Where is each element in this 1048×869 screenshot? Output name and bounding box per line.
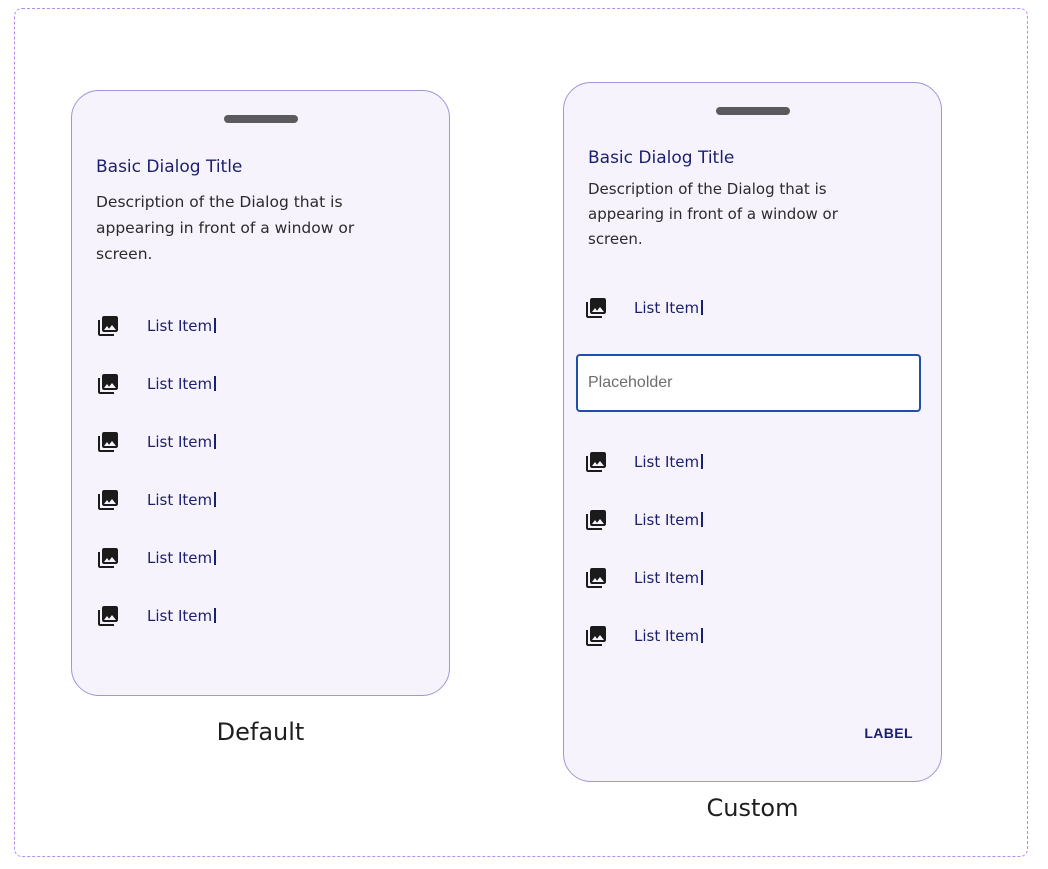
custom-caption: Custom xyxy=(706,794,799,822)
list-item-label: List Item xyxy=(147,317,216,335)
list-item[interactable]: List Item xyxy=(584,505,864,535)
list-item-label: List Item xyxy=(147,491,216,509)
photo-library-icon xyxy=(96,488,120,512)
default-dialog: Basic Dialog Title Description of the Di… xyxy=(71,90,450,696)
default-caption: Default xyxy=(216,718,305,746)
photo-library-icon xyxy=(96,314,120,338)
photo-library-icon xyxy=(96,546,120,570)
list-item-label: List Item xyxy=(634,511,703,529)
dialog-description: Description of the Dialog that is appear… xyxy=(588,180,838,248)
photo-library-icon xyxy=(96,372,120,396)
list-item[interactable]: List Item xyxy=(584,621,864,651)
photo-library-icon xyxy=(584,450,608,474)
list-item-label: List Item xyxy=(147,433,216,451)
list-item[interactable]: List Item xyxy=(96,369,376,399)
list-item-label: List Item xyxy=(634,627,703,645)
list-item[interactable]: List Item xyxy=(584,293,864,323)
photo-library-icon xyxy=(96,430,120,454)
list-item-label: List Item xyxy=(147,375,216,393)
photo-library-icon xyxy=(584,624,608,648)
list-item-label: List Item xyxy=(634,453,703,471)
list-item-label: List Item xyxy=(634,569,703,587)
list-item[interactable]: List Item xyxy=(96,485,376,515)
dialog-title: Basic Dialog Title xyxy=(96,157,243,177)
photo-library-icon xyxy=(584,566,608,590)
drag-handle[interactable] xyxy=(715,107,790,115)
drag-handle[interactable] xyxy=(223,115,298,123)
list-item[interactable]: List Item xyxy=(584,447,864,477)
dialog-description: Description of the Dialog that is appear… xyxy=(96,193,355,263)
list-item[interactable]: List Item xyxy=(584,563,864,593)
photo-library-icon xyxy=(584,296,608,320)
photo-library-icon xyxy=(96,604,120,628)
label-button[interactable]: LABEL xyxy=(864,725,913,741)
custom-dialog: Basic Dialog Title Description of the Di… xyxy=(563,82,942,782)
list-item[interactable]: List Item xyxy=(96,311,376,341)
list-item-label: List Item xyxy=(634,299,703,317)
list-item[interactable]: List Item xyxy=(96,427,376,457)
list-item[interactable]: List Item xyxy=(96,543,376,573)
list-item[interactable]: List Item xyxy=(96,601,376,631)
placeholder-input[interactable] xyxy=(576,354,921,412)
photo-library-icon xyxy=(584,508,608,532)
list-item-label: List Item xyxy=(147,607,216,625)
dialog-title: Basic Dialog Title xyxy=(588,148,735,168)
list-item-label: List Item xyxy=(147,549,216,567)
